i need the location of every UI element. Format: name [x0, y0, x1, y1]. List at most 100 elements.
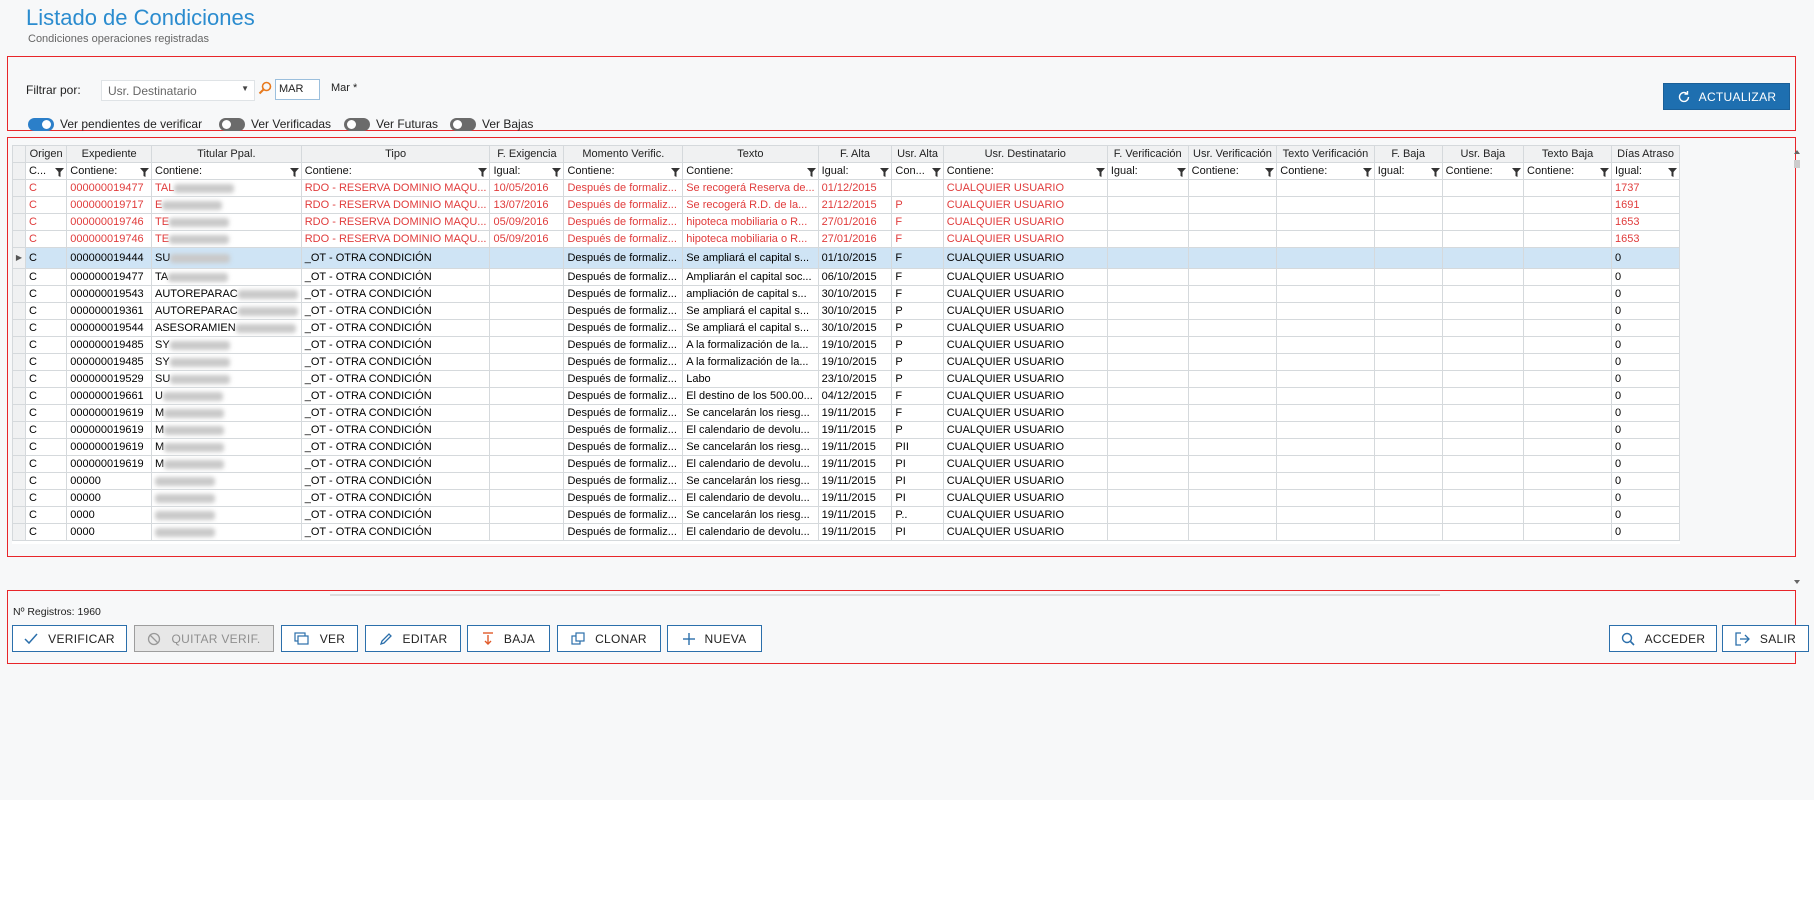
search-icon[interactable] [258, 81, 272, 100]
column-header[interactable]: Expediente [66, 145, 152, 163]
column-header[interactable]: Texto [682, 145, 819, 163]
table-row[interactable]: C 000000019543 AUTOREPARAC _OT - OTRA CONDI… [12, 285, 1680, 303]
row-indicator-cell[interactable] [12, 421, 26, 439]
table-row[interactable]: C 000000019746 TE RDO - RESERVA DOMINIO MAQ… [12, 230, 1680, 248]
column-filter-cell[interactable]: C... [24, 162, 68, 180]
column-filter-cell[interactable]: Contiene: [1276, 162, 1375, 180]
table-row[interactable]: C 0000 _OT - OTRA CONDICIÓN Después de form… [12, 523, 1680, 541]
column-header[interactable]: Titular Ppal. [151, 145, 302, 163]
row-indicator-cell[interactable] [12, 336, 26, 354]
column-header[interactable]: Días Atraso [1611, 145, 1680, 163]
column-header[interactable]: Tipo [300, 145, 491, 163]
column-header[interactable]: F. Verificación [1106, 145, 1189, 163]
column-filter-cell[interactable]: Contiene: [66, 162, 152, 180]
toggle-switch-on[interactable] [28, 117, 54, 131]
table-row[interactable]: ▶ C 000000019444 SU _OT - OTRA CONDICIÓN Desp… [12, 247, 1680, 269]
row-indicator-cell[interactable] [12, 230, 26, 248]
table-row[interactable]: C 000000019485 SY _OT - OTRA CONDICIÓN Despu… [12, 336, 1680, 354]
filter-funnel-icon[interactable] [140, 166, 149, 179]
table-row[interactable]: C 000000019477 TAL RDO - RESERVA DOMINIO MA… [12, 179, 1680, 197]
table-row[interactable]: C 000000019619 M _OT - OTRA CONDICIÓN Despué… [12, 438, 1680, 456]
column-filter-cell[interactable]: Igual: [489, 162, 565, 180]
table-row[interactable]: C 00000 _OT - OTRA CONDICIÓN Después de for… [12, 489, 1680, 507]
filter-funnel-icon[interactable] [1430, 166, 1440, 179]
column-header[interactable]: Usr. Verificación [1187, 145, 1278, 163]
row-indicator-cell[interactable] [12, 213, 26, 231]
filter-funnel-icon[interactable] [1600, 166, 1610, 179]
filter-funnel-icon[interactable] [55, 166, 65, 179]
column-header[interactable]: Origen [24, 145, 68, 163]
row-indicator-cell[interactable] [12, 370, 26, 388]
filter-funnel-icon[interactable] [1668, 166, 1677, 179]
filter-funnel-icon[interactable] [1362, 166, 1372, 179]
column-header[interactable]: Usr. Alta [891, 145, 944, 163]
table-row[interactable]: C 00000 _OT - OTRA CONDICIÓN Después de for… [12, 472, 1680, 490]
column-filter-cell[interactable]: Contiene: [942, 162, 1108, 180]
toggle-switch-off[interactable] [450, 117, 476, 131]
nueva-button[interactable]: NUEVA [667, 625, 762, 652]
quitar-verif-button[interactable]: QUITAR VERIF. [134, 625, 274, 652]
table-row[interactable]: C 000000019746 TE RDO - RESERVA DOMINIO MAQ… [12, 213, 1680, 231]
filter-funnel-icon[interactable] [931, 166, 941, 179]
ver-button[interactable]: VER [281, 625, 358, 652]
table-row[interactable]: C 000000019619 M _OT - OTRA CONDICIÓN Despué… [12, 421, 1680, 439]
column-header[interactable]: Usr. Destinatario [942, 145, 1108, 163]
toggle-bajas[interactable]: Ver Bajas [450, 115, 533, 133]
filter-value-input[interactable]: MAR [275, 79, 320, 100]
column-header[interactable]: F. Alta [817, 145, 893, 163]
current-row-arrow-icon[interactable]: ▶ [12, 247, 26, 269]
table-row[interactable]: C 0000 _OT - OTRA CONDICIÓN Después de form… [12, 506, 1680, 524]
filter-funnel-icon[interactable] [552, 166, 562, 179]
filter-funnel-icon[interactable] [1512, 166, 1522, 179]
column-filter-cell[interactable]: Con... [891, 162, 944, 180]
row-indicator-cell[interactable] [12, 472, 26, 490]
table-row[interactable]: C 000000019661 U _OT - OTRA CONDICIÓN Despué… [12, 387, 1680, 405]
row-indicator-cell[interactable] [12, 506, 26, 524]
filter-funnel-icon[interactable] [1265, 166, 1275, 179]
toggle-futuras[interactable]: Ver Futuras [344, 115, 438, 133]
row-indicator-cell[interactable] [12, 268, 26, 286]
table-row[interactable]: C 000000019477 TA _OT - OTRA CONDICIÓN Despu… [12, 268, 1680, 286]
table-row[interactable]: C 000000019529 SU _OT - OTRA CONDICIÓN Despu… [12, 370, 1680, 388]
column-header[interactable]: Momento Verific. [563, 145, 684, 163]
column-filter-cell[interactable]: Igual: [1106, 162, 1189, 180]
table-row[interactable]: C 000000019485 SY _OT - OTRA CONDICIÓN Despu… [12, 353, 1680, 371]
column-filter-cell[interactable]: Igual: [817, 162, 893, 180]
row-indicator-cell[interactable] [12, 523, 26, 541]
editar-button[interactable]: EDITAR [365, 625, 461, 652]
verificar-button[interactable]: VERIFICAR [12, 625, 127, 652]
filter-funnel-icon[interactable] [478, 166, 488, 179]
filter-funnel-icon[interactable] [806, 166, 816, 179]
filter-field-select[interactable]: Usr. Destinatario ▼ [101, 80, 255, 101]
row-indicator-cell[interactable] [12, 353, 26, 371]
row-indicator-cell[interactable] [12, 196, 26, 214]
column-filter-cell[interactable]: Igual: [1373, 162, 1443, 180]
toggle-switch-off[interactable] [344, 117, 370, 131]
row-indicator-cell[interactable] [12, 319, 26, 337]
column-filter-cell[interactable]: Contiene: [300, 162, 491, 180]
filter-funnel-icon[interactable] [289, 166, 299, 179]
toggle-verificadas[interactable]: Ver Verificadas [219, 115, 331, 133]
column-header[interactable]: F. Baja [1373, 145, 1443, 163]
toggle-switch-off[interactable] [219, 117, 245, 131]
filter-funnel-icon[interactable] [1095, 166, 1105, 179]
toggle-pendientes[interactable]: Ver pendientes de verificar [28, 115, 202, 133]
salir-button[interactable]: SALIR [1722, 625, 1809, 652]
column-filter-cell[interactable]: Contiene: [563, 162, 684, 180]
row-indicator-cell[interactable] [12, 179, 26, 197]
table-row[interactable]: C 000000019619 M _OT - OTRA CONDICIÓN Despué… [12, 455, 1680, 473]
table-row[interactable]: C 000000019717 E RDO - RESERVA DOMINIO MAQU… [12, 196, 1680, 214]
acceder-button[interactable]: ACCEDER [1609, 625, 1717, 652]
row-indicator-cell[interactable] [12, 438, 26, 456]
filter-funnel-icon[interactable] [671, 166, 681, 179]
column-header[interactable]: Usr. Baja [1441, 145, 1525, 163]
column-filter-cell[interactable]: Contiene: [1523, 162, 1613, 180]
table-row[interactable]: C 000000019544 ASESORAMIEN _OT - OTRA CONDI… [12, 319, 1680, 337]
column-header[interactable]: F. Exigencia [489, 145, 565, 163]
row-indicator-cell[interactable] [12, 302, 26, 320]
filter-funnel-icon[interactable] [880, 166, 890, 179]
filter-funnel-icon[interactable] [1176, 166, 1186, 179]
column-filter-cell[interactable]: Contiene: [1187, 162, 1278, 180]
table-row[interactable]: C 000000019619 M _OT - OTRA CONDICIÓN Despué… [12, 404, 1680, 422]
row-indicator-cell[interactable] [12, 455, 26, 473]
